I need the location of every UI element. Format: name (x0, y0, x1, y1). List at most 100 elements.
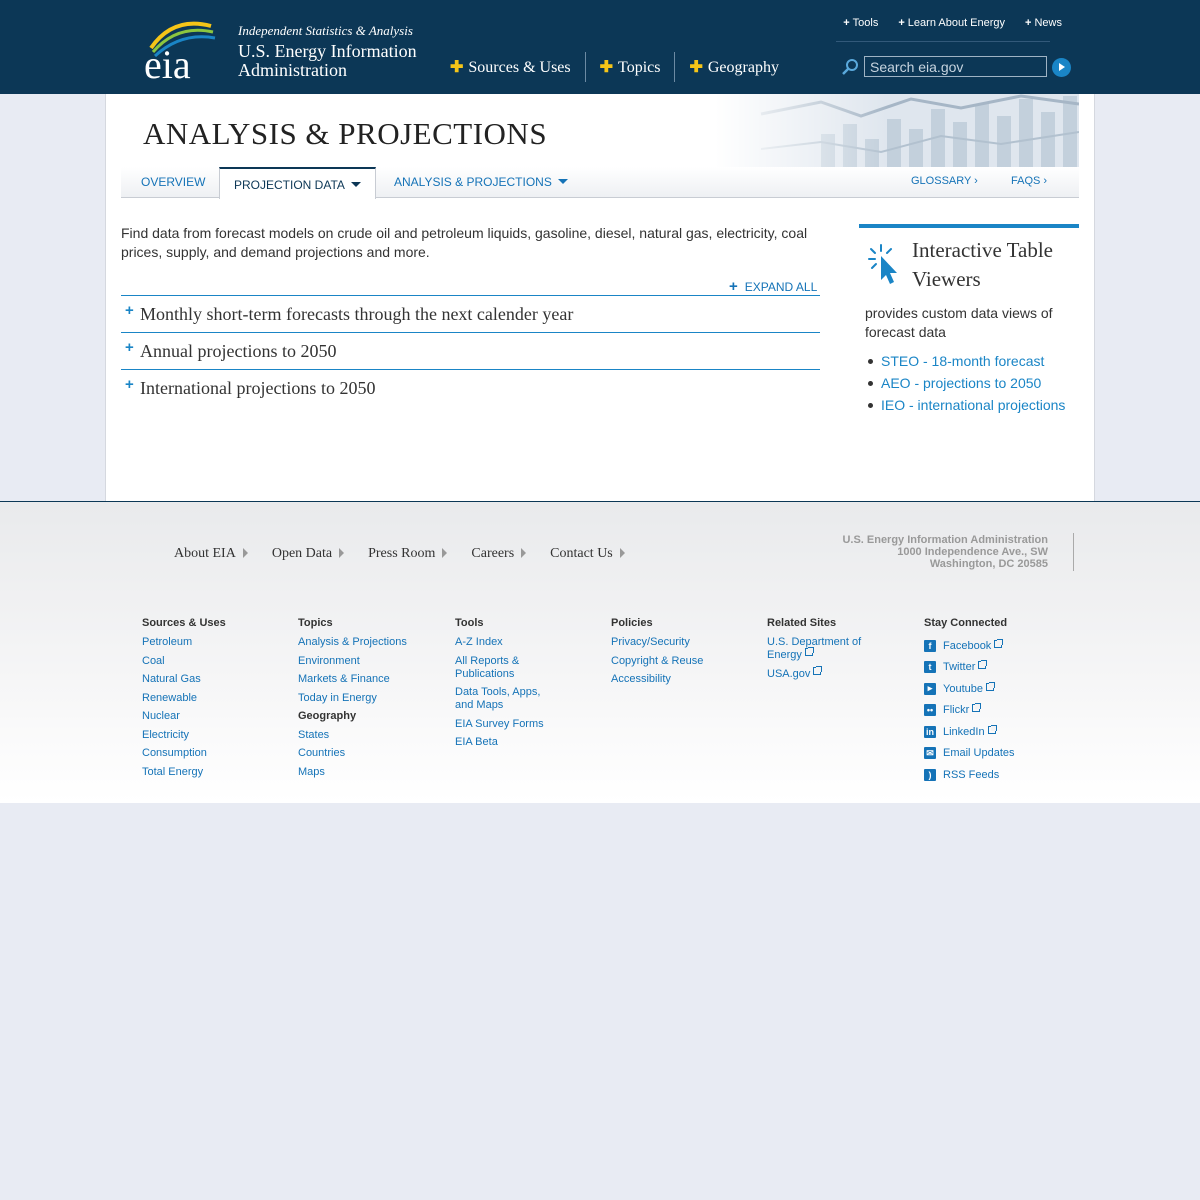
chevron-down-icon (350, 182, 361, 188)
eia-logo[interactable]: eia (143, 18, 223, 82)
flickr-icon: •• (924, 704, 936, 716)
footer-nav-careers[interactable]: Careers (471, 546, 527, 562)
footer-link[interactable]: EIA Beta (455, 736, 555, 749)
chevron-right-icon (339, 547, 345, 558)
util-nav-learn[interactable]: + Learn About Energy (898, 17, 1005, 29)
footer-link[interactable]: EIA Survey Forms (455, 718, 555, 731)
email-icon: ✉ (924, 747, 936, 759)
external-link-icon (972, 703, 982, 712)
facebook-icon: f (924, 639, 936, 652)
footer-link[interactable]: Copyright & Reuse (611, 655, 761, 668)
glossary-link[interactable]: GLOSSARY › (911, 167, 978, 198)
util-nav-news[interactable]: + News (1025, 17, 1062, 29)
chevron-down-icon (557, 179, 568, 185)
social-label: Twitter (943, 661, 976, 673)
expand-all-label: EXPAND ALL (744, 280, 818, 294)
footer-link[interactable]: Privacy/Security (611, 636, 761, 649)
main-nav: ✚ Sources & Uses ✚ Topics ✚ Geography (450, 52, 793, 82)
accordion-item-annual[interactable]: + Annual projections to 2050 (121, 332, 820, 369)
footer-nav-open-data[interactable]: Open Data (271, 546, 345, 562)
footer-col-heading: Sources & Uses (142, 617, 226, 629)
social-label: Youtube (943, 682, 983, 695)
social-label: Facebook (943, 639, 992, 652)
footer-link[interactable]: All Reports & Publications (455, 655, 555, 681)
footer-nav-label: About EIA (174, 546, 236, 561)
address-line: Washington, DC 20585 (929, 558, 1048, 570)
tagline: Independent Statistics & Analysis (238, 23, 413, 38)
org-name-line1: U.S. Energy Information (238, 41, 417, 61)
main-nav-sources-uses[interactable]: ✚ Sources & Uses (450, 52, 585, 82)
linkedin-icon: in (924, 725, 936, 738)
footer-link[interactable]: Accessibility (611, 673, 761, 686)
sidebar-link-steo[interactable]: STEO - 18-month forecast (881, 353, 1044, 369)
social-flickr[interactable]: •• Flickr (924, 703, 1074, 717)
footer-link[interactable]: Nuclear (142, 710, 292, 723)
main-nav-geography[interactable]: ✚ Geography (674, 52, 793, 82)
tab-projection-data[interactable]: PROJECTION DATA (219, 167, 376, 199)
search-go-icon[interactable] (1052, 58, 1071, 77)
footer-link[interactable]: Electricity (142, 729, 292, 742)
footer-col-heading: Policies (611, 617, 653, 629)
cursor-click-icon (868, 244, 897, 284)
footer-link[interactable]: Analysis & Projections (298, 636, 448, 649)
util-nav-tools[interactable]: + Tools (843, 17, 878, 29)
footer-col-connect: Stay Connected f Facebook t Twitter ▸ Youtu… (924, 617, 1074, 790)
footer-link[interactable]: Consumption (142, 747, 292, 760)
social-facebook[interactable]: f Facebook (924, 638, 1074, 652)
sidebar-link-ieo[interactable]: IEO - international projections (881, 397, 1065, 413)
search-input[interactable] (864, 56, 1047, 77)
footer-nav-label: Open Data (271, 546, 333, 561)
footer-link[interactable]: Markets & Finance (298, 673, 448, 686)
main-nav-label: Topics (618, 59, 661, 76)
external-link-icon (804, 647, 814, 656)
social-linkedin[interactable]: in LinkedIn (924, 724, 1074, 738)
footer-link[interactable]: Data Tools, Apps, and Maps (455, 686, 555, 712)
social-rss[interactable]: ) RSS Feeds (924, 768, 1074, 781)
social-label: LinkedIn (943, 725, 985, 738)
plus-icon: + (729, 278, 738, 295)
tab-overview[interactable]: OVERVIEW (141, 167, 205, 198)
list-item: AEO - projections to 2050 (865, 372, 1065, 394)
footer-link[interactable]: States (298, 729, 448, 742)
sidebar-title: Interactive Table Viewers (912, 238, 1053, 291)
footer-link[interactable]: Total Energy (142, 766, 292, 779)
plus-icon: + (125, 376, 134, 393)
footer-link[interactable]: Maps (298, 766, 448, 779)
org-name[interactable]: U.S. Energy Information Administration (238, 42, 417, 80)
footer-nav-about[interactable]: About EIA (174, 546, 248, 562)
logo-text: eia (144, 42, 191, 82)
footer-link-doe[interactable]: U.S. Department of Energy (767, 636, 877, 662)
footer-link[interactable]: Renewable (142, 692, 292, 705)
site-header: eia Independent Statistics & Analysis U.… (0, 0, 1200, 94)
footer-link[interactable]: Countries (298, 747, 448, 760)
external-link-icon (994, 638, 1004, 648)
footer-link[interactable]: Environment (298, 655, 448, 668)
footer-link-usagov[interactable]: USA.gov (767, 665, 877, 681)
footer-link[interactable]: A-Z Index (455, 636, 555, 649)
expand-all-button[interactable]: + EXPAND ALL (729, 278, 817, 295)
social-twitter[interactable]: t Twitter (924, 660, 1074, 674)
tab-analysis-projections[interactable]: ANALYSIS & PROJECTIONS (394, 167, 568, 198)
footer-nav-label: Contact Us (550, 546, 613, 561)
tab-label: PROJECTION DATA (234, 178, 345, 192)
faqs-link[interactable]: FAQS › (1011, 167, 1047, 198)
sidebar-link-aeo[interactable]: AEO - projections to 2050 (881, 375, 1041, 391)
footer-nav-contact[interactable]: Contact Us (550, 546, 625, 562)
social-youtube[interactable]: ▸ Youtube (924, 681, 1074, 695)
address-divider (1073, 533, 1074, 571)
accordion-title: Monthly short-term forecasts through the… (140, 304, 574, 324)
footer-link[interactable]: Today in Energy (298, 692, 448, 705)
org-name-line2: Administration (238, 60, 347, 80)
main-nav-topics[interactable]: ✚ Topics (584, 52, 675, 82)
util-nav-label: News (1034, 17, 1062, 29)
footer-nav-press-room[interactable]: Press Room (368, 546, 448, 562)
list-item: IEO - international projections (865, 394, 1065, 416)
sidebar-accent-bar (859, 224, 1079, 228)
footer-link[interactable]: Natural Gas (142, 673, 292, 686)
accordion-item-short-term[interactable]: + Monthly short-term forecasts through t… (121, 295, 820, 332)
page-title: ANALYSIS & PROJECTIONS (143, 116, 548, 151)
accordion-item-international[interactable]: + International projections to 2050 (121, 369, 820, 406)
footer-link[interactable]: Petroleum (142, 636, 292, 649)
footer-link[interactable]: Coal (142, 655, 292, 668)
social-email[interactable]: ✉ Email Updates (924, 747, 1074, 760)
